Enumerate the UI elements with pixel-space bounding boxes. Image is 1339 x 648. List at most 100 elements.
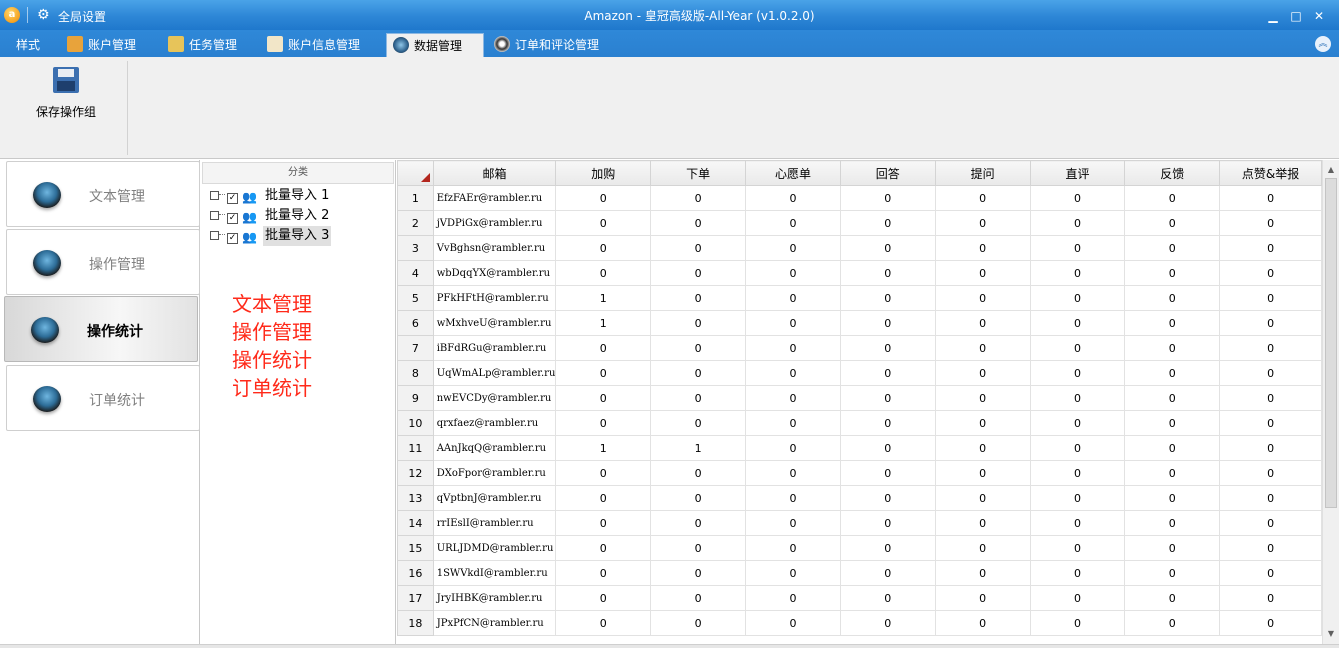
table-row[interactable]: 1 EfzFAEr@rambler.ru 0 0 0 0 0 0 0 0 xyxy=(397,185,1322,211)
count-cell[interactable]: 0 xyxy=(745,510,841,536)
table-row[interactable]: 18 JPxPfCN@rambler.ru 0 0 0 0 0 0 0 0 xyxy=(397,610,1322,636)
count-cell[interactable]: 0 xyxy=(1029,260,1126,286)
count-cell[interactable]: 0 xyxy=(934,585,1031,611)
count-cell[interactable]: 0 xyxy=(555,260,652,286)
count-cell[interactable]: 0 xyxy=(555,410,652,436)
count-cell[interactable]: 0 xyxy=(555,360,652,386)
count-cell[interactable]: 0 xyxy=(1124,360,1221,386)
count-cell[interactable]: 0 xyxy=(1124,510,1221,536)
count-cell[interactable]: 0 xyxy=(650,535,747,561)
count-cell[interactable]: 0 xyxy=(650,210,747,236)
row-number[interactable]: 6 xyxy=(397,310,434,336)
count-cell[interactable]: 0 xyxy=(1029,410,1126,436)
count-cell[interactable]: 0 xyxy=(1029,560,1126,586)
table-row[interactable]: 11 AAnJkqQ@rambler.ru 1 1 0 0 0 0 0 0 xyxy=(397,435,1322,461)
count-cell[interactable]: 0 xyxy=(839,385,936,411)
count-cell[interactable]: 0 xyxy=(650,560,747,586)
tab-account-management[interactable]: 账户管理 xyxy=(67,33,136,57)
tab-order-review-management[interactable]: 订单和评论管理 xyxy=(494,33,599,57)
count-cell[interactable]: 0 xyxy=(1219,410,1322,436)
table-row[interactable]: 15 URLJDMD@rambler.ru 0 0 0 0 0 0 0 0 xyxy=(397,535,1322,561)
count-cell[interactable]: 0 xyxy=(1029,385,1126,411)
count-cell[interactable]: 0 xyxy=(745,435,841,461)
row-number[interactable]: 11 xyxy=(397,435,434,461)
row-number[interactable]: 4 xyxy=(397,260,434,286)
tree-item-checkbox[interactable]: ✓ xyxy=(227,233,238,244)
count-cell[interactable]: 0 xyxy=(745,385,841,411)
email-cell[interactable]: wMxhveU@rambler.ru xyxy=(432,310,557,336)
column-header[interactable]: 邮箱 xyxy=(432,160,557,186)
table-row[interactable]: 8 UqWmALp@rambler.ru 0 0 0 0 0 0 0 0 xyxy=(397,360,1322,386)
count-cell[interactable]: 0 xyxy=(1219,385,1322,411)
nav-text-management[interactable]: 文本管理 xyxy=(6,161,200,227)
count-cell[interactable]: 0 xyxy=(934,610,1031,636)
count-cell[interactable]: 0 xyxy=(1029,485,1126,511)
count-cell[interactable]: 0 xyxy=(745,360,841,386)
count-cell[interactable]: 0 xyxy=(1124,460,1221,486)
count-cell[interactable]: 0 xyxy=(745,585,841,611)
column-header[interactable]: 点赞&举报 xyxy=(1219,160,1322,186)
count-cell[interactable]: 0 xyxy=(1029,585,1126,611)
count-cell[interactable]: 1 xyxy=(555,285,652,311)
tree-item[interactable]: ✓ 👥 批量导入 2 xyxy=(210,206,331,226)
count-cell[interactable]: 0 xyxy=(839,610,936,636)
count-cell[interactable]: 0 xyxy=(934,210,1031,236)
count-cell[interactable]: 0 xyxy=(650,610,747,636)
count-cell[interactable]: 0 xyxy=(745,410,841,436)
tab-task-management[interactable]: 任务管理 xyxy=(168,33,237,57)
count-cell[interactable]: 0 xyxy=(934,510,1031,536)
count-cell[interactable]: 0 xyxy=(934,260,1031,286)
expand-toggle[interactable] xyxy=(210,191,219,200)
tree-item-checkbox[interactable]: ✓ xyxy=(227,193,238,204)
count-cell[interactable]: 0 xyxy=(839,285,936,311)
count-cell[interactable]: 0 xyxy=(650,185,747,211)
count-cell[interactable]: 0 xyxy=(745,185,841,211)
count-cell[interactable]: 0 xyxy=(1029,335,1126,361)
row-number[interactable]: 1 xyxy=(397,185,434,211)
count-cell[interactable]: 0 xyxy=(1124,285,1221,311)
count-cell[interactable]: 0 xyxy=(555,235,652,261)
count-cell[interactable]: 0 xyxy=(1029,360,1126,386)
row-number[interactable]: 8 xyxy=(397,360,434,386)
count-cell[interactable]: 0 xyxy=(839,410,936,436)
row-number[interactable]: 13 xyxy=(397,485,434,511)
count-cell[interactable]: 0 xyxy=(839,510,936,536)
row-number[interactable]: 18 xyxy=(397,610,434,636)
count-cell[interactable]: 0 xyxy=(745,310,841,336)
count-cell[interactable]: 0 xyxy=(555,560,652,586)
scroll-down-button[interactable]: ▼ xyxy=(1323,626,1339,642)
row-number[interactable]: 12 xyxy=(397,460,434,486)
table-row[interactable]: 3 VvBghsn@rambler.ru 0 0 0 0 0 0 0 0 xyxy=(397,235,1322,261)
count-cell[interactable]: 0 xyxy=(555,335,652,361)
count-cell[interactable]: 0 xyxy=(1029,610,1126,636)
count-cell[interactable]: 0 xyxy=(934,485,1031,511)
close-button[interactable]: ✕ xyxy=(1312,9,1326,23)
count-cell[interactable]: 0 xyxy=(1219,610,1322,636)
nav-operation-management[interactable]: 操作管理 xyxy=(6,229,200,295)
count-cell[interactable]: 0 xyxy=(934,335,1031,361)
count-cell[interactable]: 0 xyxy=(1124,535,1221,561)
minimize-button[interactable]: ▁ xyxy=(1266,9,1280,23)
count-cell[interactable]: 0 xyxy=(1124,260,1221,286)
email-cell[interactable]: PFkHFtH@rambler.ru xyxy=(432,285,557,311)
count-cell[interactable]: 0 xyxy=(839,560,936,586)
row-number[interactable]: 3 xyxy=(397,235,434,261)
count-cell[interactable]: 0 xyxy=(555,185,652,211)
count-cell[interactable]: 0 xyxy=(1124,485,1221,511)
count-cell[interactable]: 0 xyxy=(934,235,1031,261)
count-cell[interactable]: 0 xyxy=(934,310,1031,336)
count-cell[interactable]: 0 xyxy=(839,585,936,611)
count-cell[interactable]: 0 xyxy=(1124,410,1221,436)
count-cell[interactable]: 0 xyxy=(1219,535,1322,561)
table-row[interactable]: 17 JryIHBK@rambler.ru 0 0 0 0 0 0 0 0 xyxy=(397,585,1322,611)
table-row[interactable]: 12 DXoFpor@rambler.ru 0 0 0 0 0 0 0 0 xyxy=(397,460,1322,486)
count-cell[interactable]: 0 xyxy=(1219,435,1322,461)
count-cell[interactable]: 0 xyxy=(555,385,652,411)
email-cell[interactable]: rrIEslI@rambler.ru xyxy=(432,510,557,536)
count-cell[interactable]: 0 xyxy=(934,185,1031,211)
count-cell[interactable]: 0 xyxy=(839,435,936,461)
count-cell[interactable]: 0 xyxy=(934,560,1031,586)
expand-toggle[interactable] xyxy=(210,231,219,240)
email-cell[interactable]: JryIHBK@rambler.ru xyxy=(432,585,557,611)
count-cell[interactable]: 0 xyxy=(1029,510,1126,536)
